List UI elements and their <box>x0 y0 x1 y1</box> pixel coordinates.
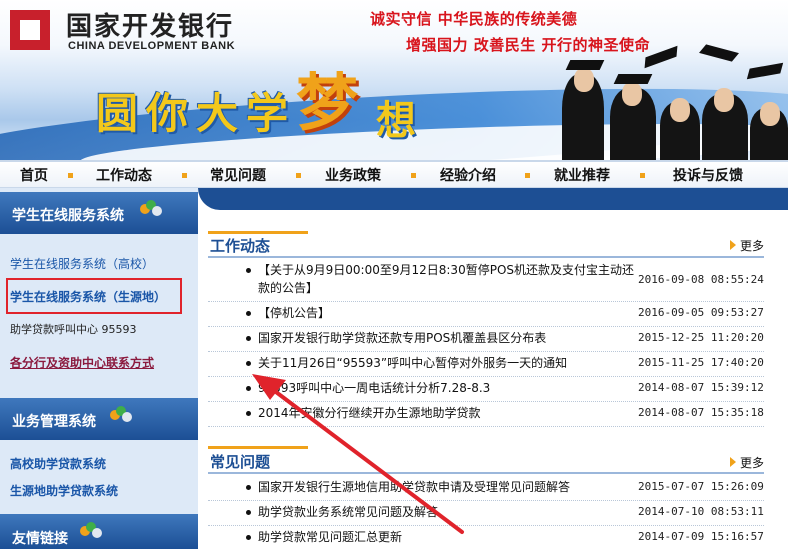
people-icon <box>140 200 162 220</box>
sidebar-section-title: 学生在线服务系统 <box>12 208 124 224</box>
news-title[interactable]: 【停机公告】 <box>258 305 330 322</box>
news-title-continued[interactable]: 款的公告】 <box>258 280 318 297</box>
bank-name-en: CHINA DEVELOPMENT BANK <box>68 40 236 52</box>
section-accent <box>208 231 308 234</box>
bullet-icon <box>246 386 251 391</box>
page: 国家开发银行 CHINA DEVELOPMENT BANK 诚实守信 中华民族的… <box>0 0 788 549</box>
news-title[interactable]: 关于11月26日“95593”呼叫中心暂停对外服务一天的通知 <box>258 355 567 372</box>
sidebar-section-title: 友情链接 <box>12 531 68 547</box>
list-item[interactable]: 【关于从9月9日00:00至9月12日8:30暂停POS机还款及支付宝主动还 款… <box>208 260 764 302</box>
more-arrow-icon <box>730 457 736 467</box>
people-icon <box>110 406 132 426</box>
banner-slogan-b: 梦 <box>296 66 359 139</box>
main-top-band <box>198 188 788 210</box>
more-arrow-icon <box>730 240 736 250</box>
bullet-icon <box>246 361 251 366</box>
nav-separator <box>296 173 301 178</box>
news-date: 2014-08-07 15:39:12 <box>638 381 764 394</box>
nav-separator <box>640 173 645 178</box>
section-title-faq[interactable]: 常见问题 <box>210 451 270 472</box>
nav-separator <box>525 173 530 178</box>
section-divider <box>208 256 764 258</box>
news-date: 2015-12-25 11:20:20 <box>638 331 764 344</box>
sidebar-section-friend-links: 友情链接 <box>0 514 198 549</box>
banner-slogan-c: 想 <box>376 97 416 144</box>
nav-item-faq[interactable]: 常见问题 <box>210 165 266 185</box>
bullet-icon <box>246 268 251 273</box>
news-title[interactable]: 助学贷款业务系统常见问题及解答 <box>258 504 438 521</box>
news-date: 2015-07-07 15:26:09 <box>638 480 764 493</box>
nav-separator <box>411 173 416 178</box>
bank-logo-icon[interactable] <box>10 10 50 50</box>
list-item[interactable]: 95593呼叫中心一周电话统计分析7.28-8.3 2014-08-07 15:… <box>208 377 764 402</box>
annotation-highlight-box <box>6 278 182 314</box>
bullet-icon <box>246 535 251 540</box>
nav-item-work-news[interactable]: 工作动态 <box>96 165 152 185</box>
nav-separator <box>182 173 187 178</box>
news-date: 2014-07-10 08:53:11 <box>638 505 764 518</box>
sidebar-link-college-loan-system[interactable]: 高校助学贷款系统 <box>10 455 106 472</box>
nav-item-employment[interactable]: 就业推荐 <box>554 165 610 185</box>
section-accent <box>208 446 308 449</box>
news-title[interactable]: 2014年安徽分行继续开办生源地助学贷款 <box>258 405 481 422</box>
list-item[interactable]: 国家开发银行助学贷款还款专用POS机覆盖县区分布表 2015-12-25 11:… <box>208 327 764 352</box>
news-date: 2014-07-09 15:16:57 <box>638 530 764 543</box>
list-item[interactable]: 2014年安徽分行继续开办生源地助学贷款 2014-08-07 15:35:18 <box>208 402 764 427</box>
sidebar-link-branch-contacts[interactable]: 各分行及资助中心联系方式 <box>10 354 154 371</box>
graduates-illustration <box>552 44 788 160</box>
news-title[interactable]: 95593呼叫中心一周电话统计分析7.28-8.3 <box>258 380 490 397</box>
news-title[interactable]: 国家开发银行助学贷款还款专用POS机覆盖县区分布表 <box>258 330 546 347</box>
header-banner: 国家开发银行 CHINA DEVELOPMENT BANK 诚实守信 中华民族的… <box>0 0 788 160</box>
list-item[interactable]: 国家开发银行生源地信用助学贷款申请及受理常见问题解答 2015-07-07 15… <box>208 476 764 501</box>
news-title[interactable]: 国家开发银行生源地信用助学贷款申请及受理常见问题解答 <box>258 479 570 496</box>
bullet-icon <box>246 510 251 515</box>
slogan-line-1: 诚实守信 中华民族的传统美德 <box>370 10 578 28</box>
nav-item-experience[interactable]: 经验介绍 <box>440 165 496 185</box>
more-link-faq[interactable]: 更多 <box>740 454 764 471</box>
sidebar-link-origin-loan-system[interactable]: 生源地助学贷款系统 <box>10 482 118 499</box>
nav-separator <box>68 173 73 178</box>
sidebar-section-business-system: 业务管理系统 <box>0 398 198 440</box>
list-item[interactable]: 关于11月26日“95593”呼叫中心暂停对外服务一天的通知 2015-11-2… <box>208 352 764 377</box>
sidebar-section-student-online: 学生在线服务系统 <box>0 192 198 234</box>
news-date: 2016-09-05 09:53:27 <box>638 306 764 319</box>
bullet-icon <box>246 336 251 341</box>
sidebar-section-title: 业务管理系统 <box>12 414 96 430</box>
news-date: 2015-11-25 17:40:20 <box>638 356 764 369</box>
bullet-icon <box>246 311 251 316</box>
bank-name-cn: 国家开发银行 <box>66 12 235 42</box>
nav-item-policy[interactable]: 业务政策 <box>325 165 381 185</box>
nav-item-home[interactable]: 首页 <box>20 165 48 185</box>
hotline-text: 助学贷款呼叫中心 95593 <box>10 323 137 336</box>
section-divider <box>208 472 764 474</box>
bullet-icon <box>246 485 251 490</box>
banner-slogan-a: 圆你大学 <box>96 89 297 138</box>
news-title[interactable]: 【关于从9月9日00:00至9月12日8:30暂停POS机还款及支付宝主动还 <box>258 262 634 279</box>
section-title-work-news[interactable]: 工作动态 <box>210 235 270 256</box>
sidebar-link-student-online-college[interactable]: 学生在线服务系统（高校） <box>10 255 154 272</box>
news-date: 2016-09-08 08:55:24 <box>638 273 764 286</box>
list-item[interactable]: 助学贷款常见问题汇总更新 2014-07-09 15:16:57 <box>208 526 764 549</box>
list-item[interactable]: 助学贷款业务系统常见问题及解答 2014-07-10 08:53:11 <box>208 501 764 526</box>
news-title[interactable]: 助学贷款常见问题汇总更新 <box>258 529 402 546</box>
more-link-work-news[interactable]: 更多 <box>740 237 764 254</box>
main-nav: 首页 工作动态 常见问题 业务政策 经验介绍 就业推荐 投诉与反馈 <box>0 160 788 188</box>
people-icon <box>80 522 102 542</box>
list-item[interactable]: 【停机公告】 2016-09-05 09:53:27 <box>208 302 764 327</box>
news-date: 2014-08-07 15:35:18 <box>638 406 764 419</box>
bullet-icon <box>246 411 251 416</box>
nav-item-feedback[interactable]: 投诉与反馈 <box>673 165 743 185</box>
